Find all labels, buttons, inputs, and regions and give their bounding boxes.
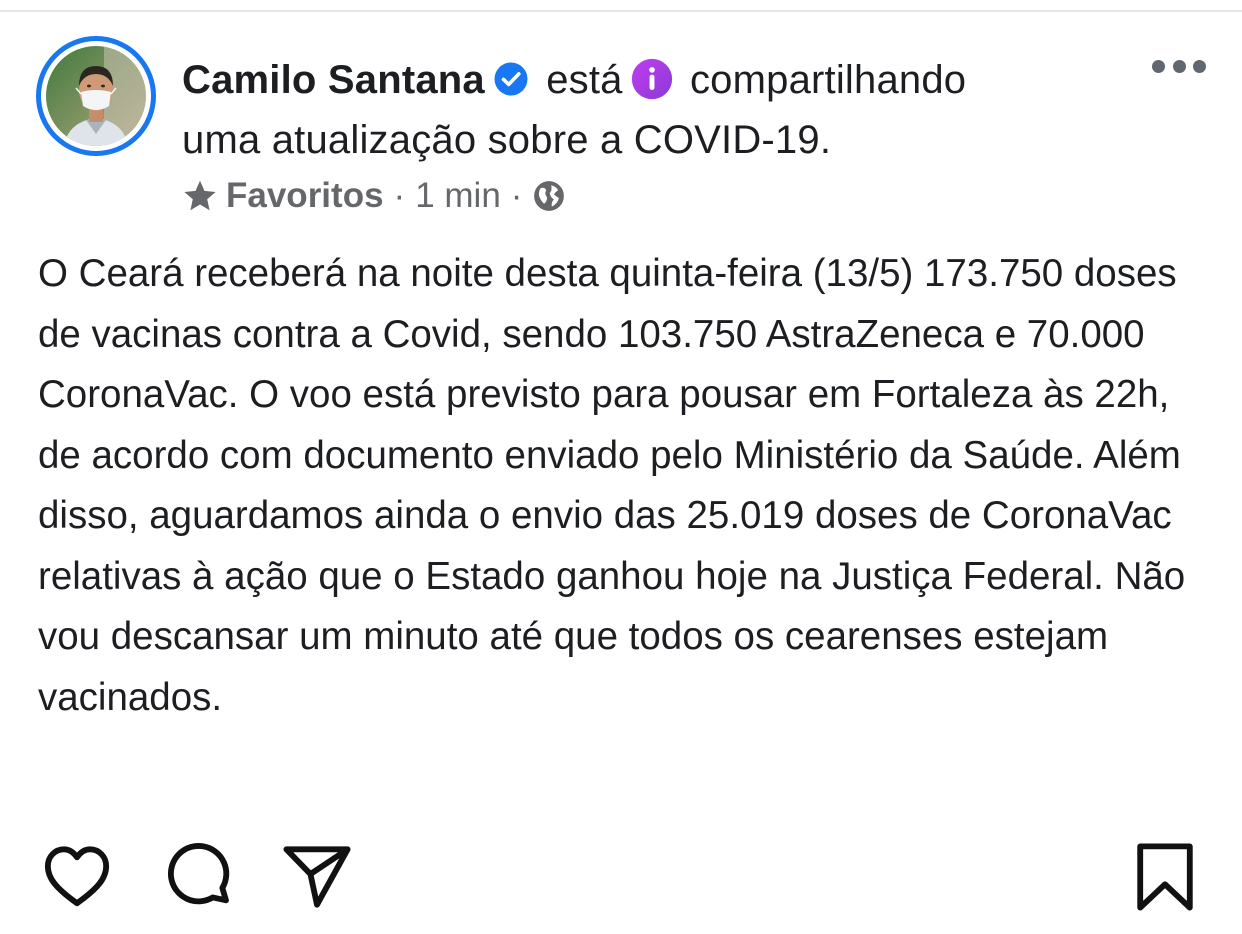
- like-button[interactable]: [42, 842, 112, 912]
- header-topic: uma atualização sobre a COVID-19.: [182, 118, 832, 162]
- info-icon: [631, 57, 673, 100]
- more-horizontal-icon: [1152, 59, 1165, 73]
- comment-bubble-icon: [168, 843, 230, 905]
- globe-icon[interactable]: [532, 179, 566, 213]
- verified-badge-icon: [493, 54, 529, 96]
- avatar-photo: [46, 46, 146, 146]
- more-options-button[interactable]: [1152, 54, 1206, 78]
- heart-icon: [44, 846, 110, 907]
- post-meta: Favoritos · 1 min ·: [182, 172, 566, 220]
- paper-plane-icon: [283, 846, 351, 908]
- top-divider: [0, 10, 1242, 12]
- post-header: Camilo Santana está compartilhando uma a…: [182, 50, 1142, 170]
- post-body-text: O Ceará receberá na noite desta quinta-f…: [38, 252, 1186, 719]
- more-dot: [1193, 59, 1206, 73]
- header-verb: está: [546, 58, 623, 102]
- comment-button[interactable]: [164, 842, 234, 912]
- header-action: compartilhando: [689, 58, 967, 102]
- bookmark-icon: [1137, 843, 1193, 911]
- more-dot: [1172, 59, 1186, 73]
- avatar-image: [46, 46, 146, 146]
- meta-separator: ·: [510, 176, 523, 215]
- author-avatar[interactable]: [36, 36, 156, 156]
- author-name-link[interactable]: Camilo Santana: [182, 58, 485, 102]
- post-time[interactable]: 1 min: [415, 176, 501, 216]
- save-button[interactable]: [1130, 842, 1200, 912]
- meta-separator: ·: [393, 176, 406, 215]
- share-button[interactable]: [282, 842, 352, 912]
- star-icon: [184, 180, 216, 211]
- favorites-label[interactable]: Favoritos: [226, 176, 384, 216]
